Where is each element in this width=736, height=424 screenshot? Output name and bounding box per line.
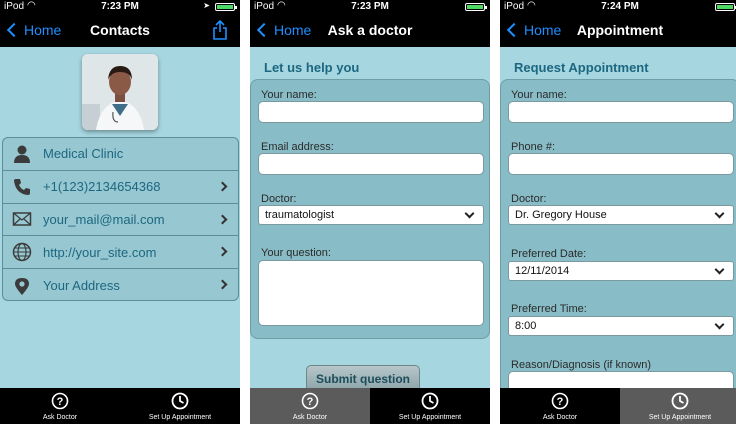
- contact-row-clinic[interactable]: Medical Clinic: [3, 138, 238, 171]
- question-textarea[interactable]: [258, 260, 484, 326]
- phone-input[interactable]: [508, 153, 734, 175]
- status-bar: iPod ◠ 7:23 PM ➤: [0, 0, 240, 14]
- contact-label: +1(123)2134654368: [43, 179, 161, 195]
- tab-label: Set Up Appointment: [148, 414, 212, 421]
- name-input[interactable]: [508, 101, 734, 123]
- contact-row-address[interactable]: Your Address: [3, 269, 238, 300]
- contact-row-website[interactable]: http://your_site.com: [3, 236, 238, 270]
- date-label: Preferred Date:: [511, 248, 587, 260]
- question-circle-icon: ?: [551, 392, 569, 410]
- clock-icon: [171, 392, 189, 410]
- tab-label: Ask Doctor: [292, 414, 328, 421]
- chevron-right-icon: [217, 279, 228, 290]
- date-select-value: 12/11/2014: [515, 265, 570, 277]
- chevron-right-icon: [217, 246, 228, 257]
- contact-list: Medical Clinic +1(123)2134654368 your_ma…: [2, 137, 239, 301]
- person-icon: [11, 143, 33, 165]
- battery-icon: [465, 3, 487, 11]
- form-heading: Let us help you: [264, 60, 360, 75]
- doctor-select[interactable]: traumatologist: [258, 205, 484, 225]
- phone-icon: [11, 176, 33, 198]
- appointment-form: Your name: Phone #: Doctor: Dr. Gregory …: [500, 79, 736, 399]
- reason-label: Reason/Diagnosis (if known): [511, 359, 652, 371]
- chevron-down-icon: [714, 264, 725, 275]
- chevron-down-icon: [714, 208, 725, 219]
- clock-icon: [671, 392, 689, 410]
- tab-set-up-appointment[interactable]: Set Up Appointment: [120, 388, 240, 424]
- doctor-label: Doctor:: [511, 193, 547, 205]
- contact-label: Your Address: [43, 278, 120, 294]
- status-time: 7:24 PM: [601, 1, 639, 12]
- mail-icon: [11, 208, 33, 230]
- chevron-down-icon: [464, 208, 475, 219]
- name-label: Your name:: [511, 89, 567, 101]
- time-label: Preferred Time:: [511, 303, 587, 315]
- tab-ask-doctor[interactable]: ? Ask Doctor: [500, 388, 620, 424]
- tab-label: Ask Doctor: [42, 414, 78, 421]
- question-form: Your name: Email address: Doctor: trauma…: [250, 79, 490, 339]
- status-time: 7:23 PM: [351, 1, 389, 12]
- battery-icon: [715, 3, 736, 11]
- navigation-bar: Home Contacts: [0, 14, 240, 47]
- contact-row-phone[interactable]: +1(123)2134654368: [3, 171, 238, 204]
- tab-label: Set Up Appointment: [398, 414, 462, 421]
- tab-bar: ? Ask Doctor Set Up Appointment: [500, 388, 736, 424]
- location-arrow-icon: ➤: [203, 1, 210, 10]
- chevron-right-icon: [217, 181, 228, 192]
- navigation-bar: Home Appointment: [500, 14, 736, 47]
- time-select[interactable]: 8:00: [508, 316, 734, 336]
- navigation-bar: Home Ask a doctor: [250, 14, 490, 47]
- chevron-right-icon: [217, 214, 228, 225]
- svg-text:?: ?: [57, 396, 64, 408]
- contact-label: your_mail@mail.com: [43, 211, 165, 227]
- tab-ask-doctor[interactable]: ? Ask Doctor: [250, 388, 370, 424]
- contact-label: Medical Clinic: [43, 146, 124, 162]
- svg-text:?: ?: [307, 396, 314, 408]
- tab-bar: ? Ask Doctor Set Up Appointment: [250, 388, 490, 424]
- svg-text:?: ?: [557, 396, 564, 408]
- doctor-photo: [82, 54, 158, 130]
- contact-label: http://your_site.com: [43, 244, 157, 260]
- clock-icon: [421, 392, 439, 410]
- email-label: Email address:: [261, 141, 334, 153]
- doctor-select-value: traumatologist: [265, 209, 335, 221]
- page-title: Appointment: [576, 22, 664, 38]
- chevron-down-icon: [714, 319, 725, 330]
- location-pin-icon: [11, 275, 33, 297]
- page-title: Contacts: [90, 22, 150, 38]
- battery-icon: [215, 3, 237, 11]
- time-select-value: 8:00: [515, 320, 537, 332]
- tab-set-up-appointment[interactable]: Set Up Appointment: [370, 388, 490, 424]
- question-circle-icon: ?: [51, 392, 69, 410]
- tab-set-up-appointment[interactable]: Set Up Appointment: [620, 388, 736, 424]
- ask-doctor-screen: iPod ◠ 7:23 PM Home Ask a doctor Let us …: [250, 0, 490, 424]
- tab-label: Set Up Appointment: [648, 414, 712, 421]
- tab-label: Ask Doctor: [542, 414, 578, 421]
- page-title: Ask a doctor: [327, 22, 413, 38]
- name-input[interactable]: [258, 101, 484, 123]
- email-input[interactable]: [258, 153, 484, 175]
- doctor-select[interactable]: Dr. Gregory House: [508, 205, 734, 225]
- tab-bar: ? Ask Doctor Set Up Appointment: [0, 388, 240, 424]
- share-icon[interactable]: [212, 20, 228, 40]
- doctor-select-value: Dr. Gregory House: [515, 209, 607, 221]
- form-heading: Request Appointment: [514, 60, 649, 75]
- question-label: Your question:: [261, 247, 331, 259]
- status-bar: iPod ◠ 7:24 PM: [500, 0, 736, 14]
- doctor-label: Doctor:: [261, 193, 297, 205]
- tab-ask-doctor[interactable]: ? Ask Doctor: [0, 388, 120, 424]
- phone-label: Phone #:: [511, 141, 556, 153]
- name-label: Your name:: [261, 89, 317, 101]
- contact-row-email[interactable]: your_mail@mail.com: [3, 204, 238, 237]
- appointment-screen: iPod ◠ 7:24 PM Home Appointment Request …: [500, 0, 736, 424]
- globe-icon: [11, 241, 33, 263]
- question-circle-icon: ?: [301, 392, 319, 410]
- status-bar: iPod ◠ 7:23 PM: [250, 0, 490, 14]
- contacts-screen: iPod ◠ 7:23 PM ➤ Home Contacts Medical C…: [0, 0, 240, 424]
- date-select[interactable]: 12/11/2014: [508, 261, 734, 281]
